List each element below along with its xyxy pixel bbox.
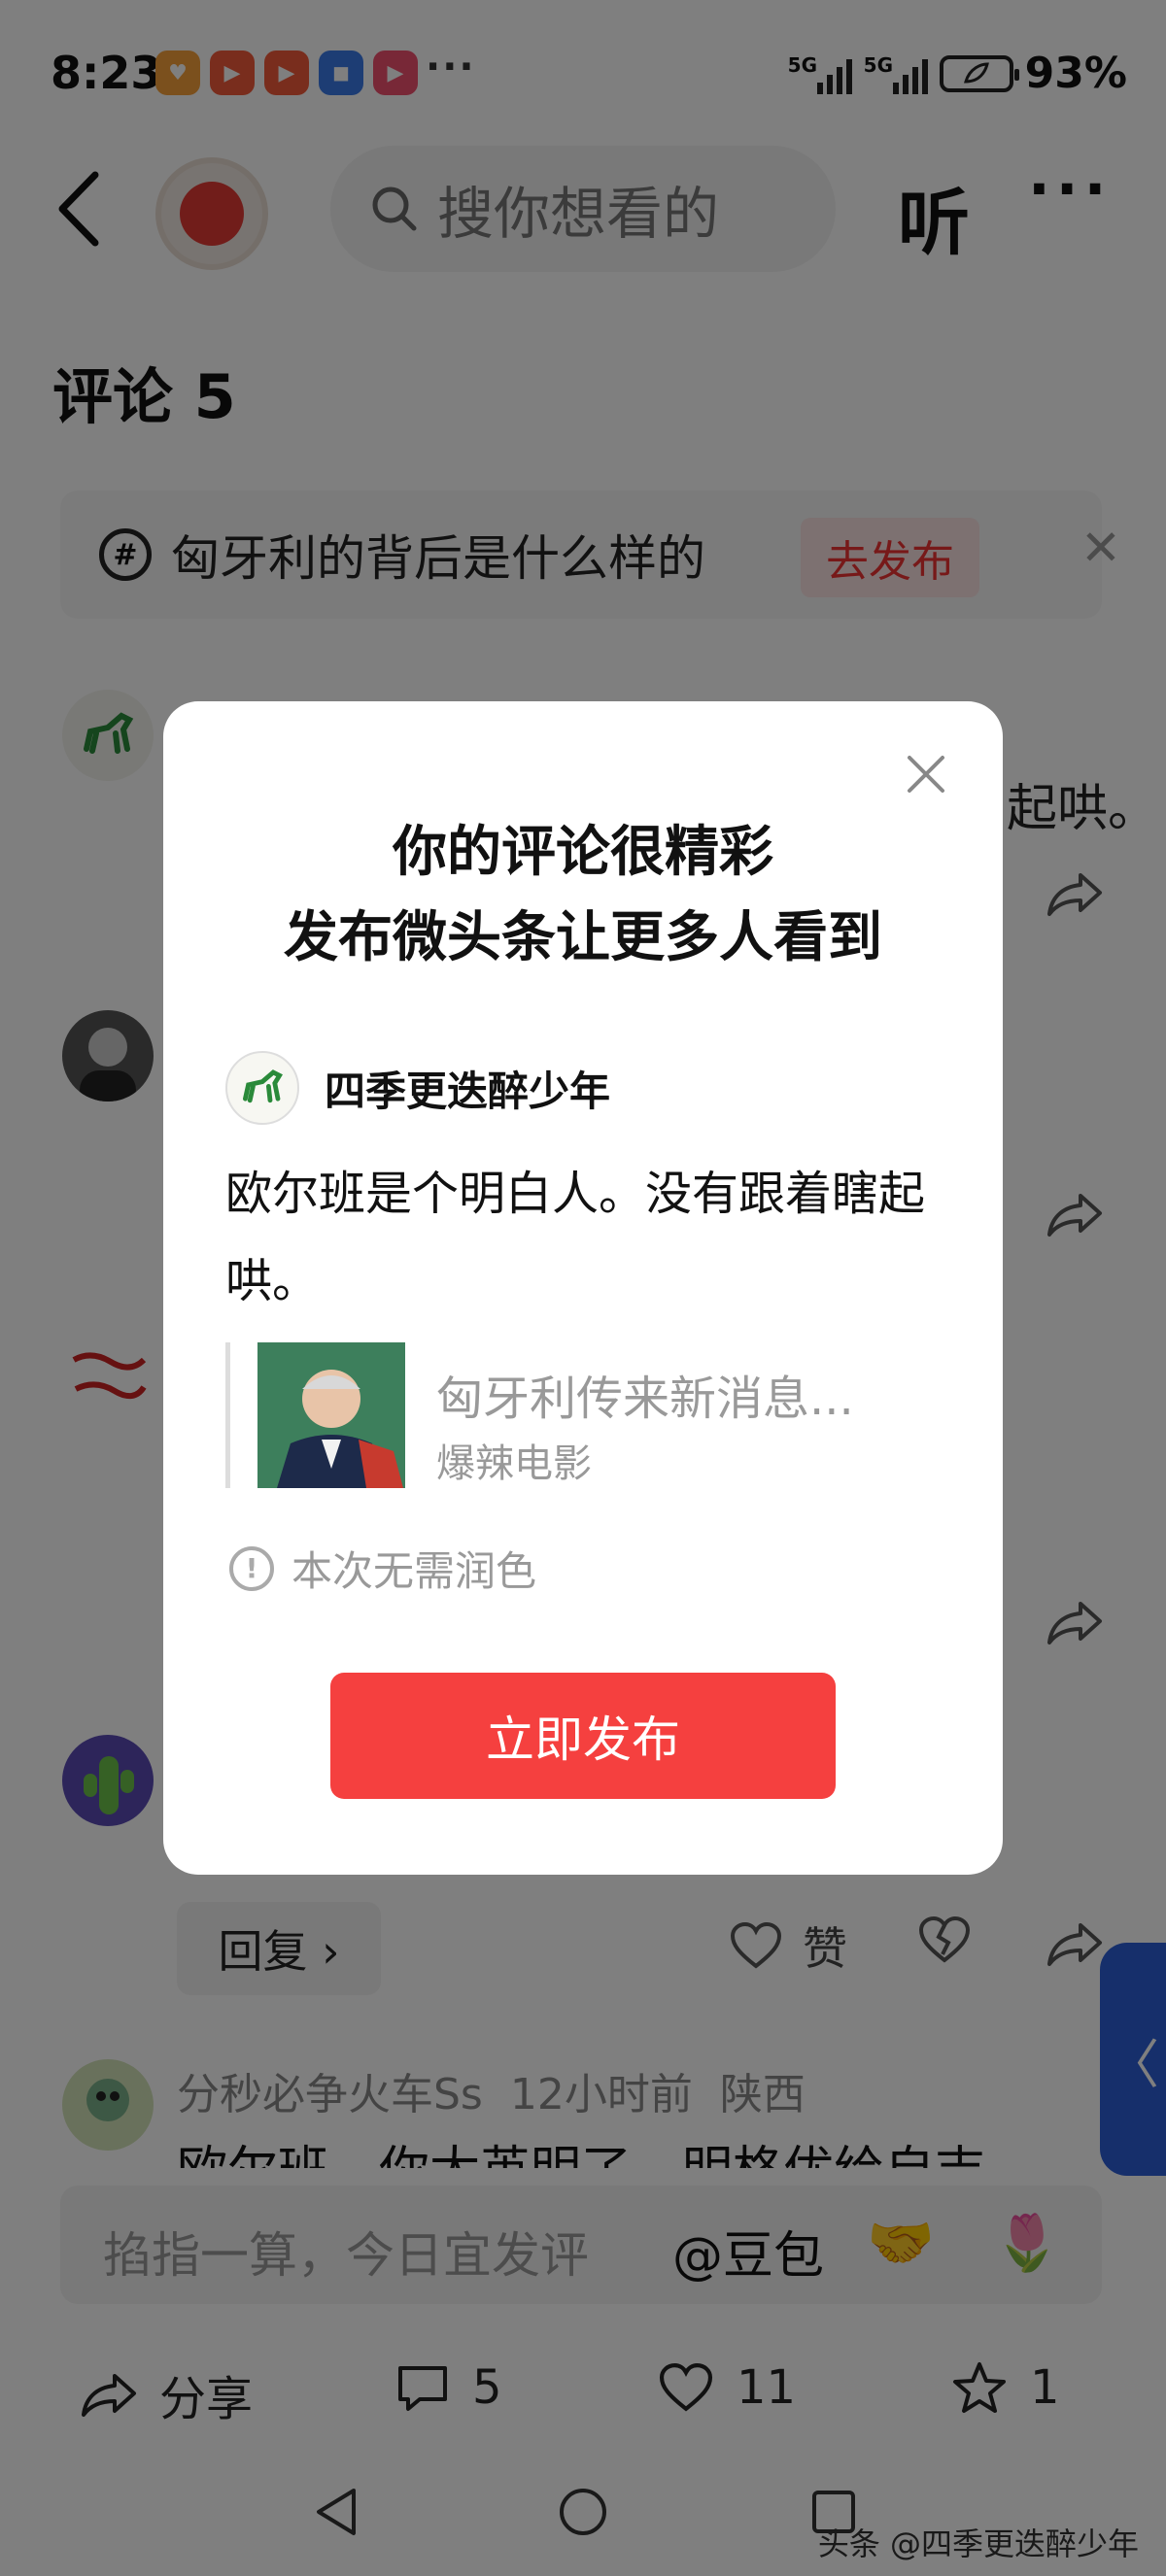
quoted-article-source: 爆辣电影 [436, 1441, 592, 1486]
dialog-title-line2: 发布微头条让更多人看到 [284, 906, 882, 969]
dialog-note: ! 本次无需润色 [229, 1539, 536, 1598]
horse-avatar-icon [243, 1069, 283, 1103]
publish-dialog: 你的评论很精彩 发布微头条让更多人看到 四季更迭醉少年 欧尔班是个明白人。没有跟… [163, 701, 1003, 1875]
publish-now-button[interactable]: 立即发布 [330, 1673, 836, 1799]
info-icon: ! [229, 1545, 274, 1591]
dialog-title-line1: 你的评论很精彩 [393, 821, 773, 884]
dialog-comment-text: 欧尔班是个明白人。没有跟着瞎起哄。 [225, 1167, 926, 1308]
article-thumbnail [257, 1342, 405, 1488]
dialog-quoted-article: 匈牙利传来新消息... 爆辣电影 [225, 1342, 941, 1488]
dialog-username: 四季更迭醉少年 [325, 1067, 611, 1115]
dialog-user: 四季更迭醉少年 [225, 1051, 610, 1125]
dialog-note-text: 本次无需润色 [292, 1547, 537, 1595]
nav-overlay [0, 2452, 1166, 2576]
dialog-title: 你的评论很精彩 发布微头条让更多人看到 [163, 810, 1003, 981]
quoted-article-title: 匈牙利传来新消息... [436, 1372, 854, 1426]
close-icon[interactable] [902, 750, 950, 798]
avatar [225, 1051, 299, 1125]
